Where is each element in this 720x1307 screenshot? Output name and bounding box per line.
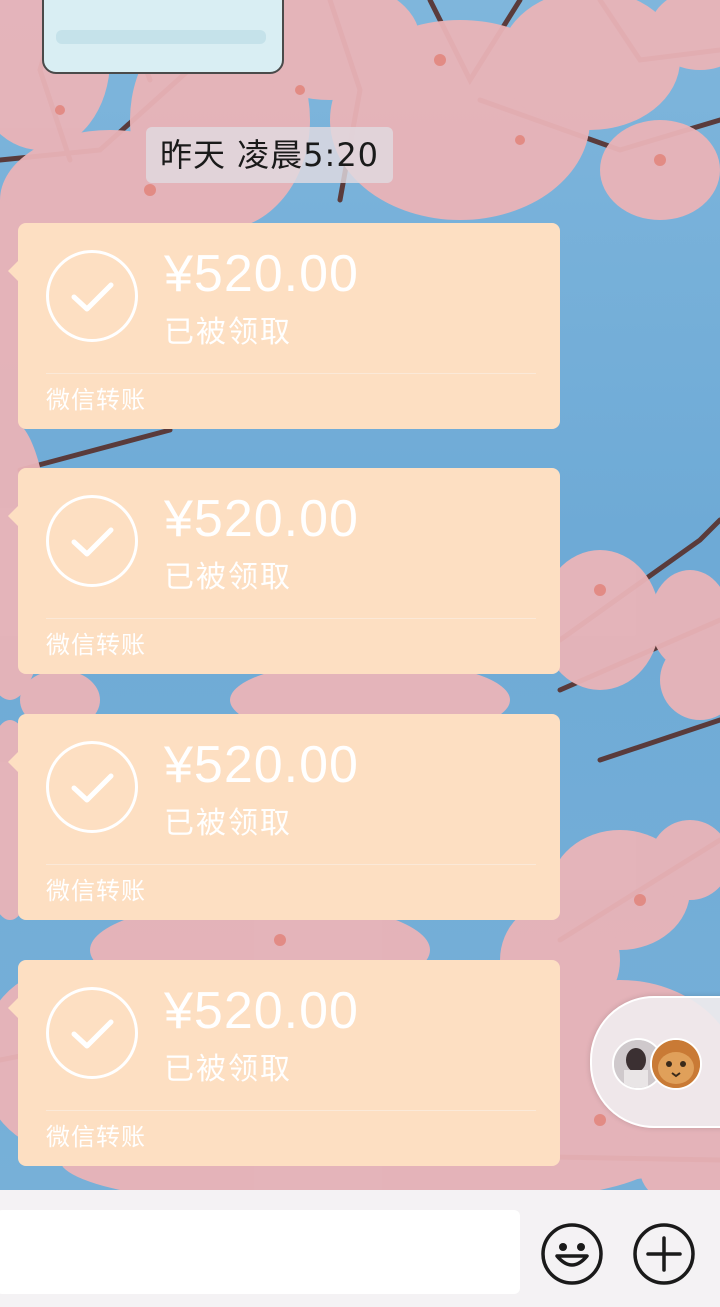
card-divider xyxy=(46,373,536,374)
transfer-amount: ¥520.00 xyxy=(164,490,359,548)
transfer-status: 已被领取 xyxy=(164,806,292,841)
transfer-card[interactable]: ¥520.00 已被领取 微信转账 xyxy=(8,960,560,1166)
plus-circle-icon[interactable] xyxy=(632,1222,696,1286)
transfer-label: 微信转账 xyxy=(46,877,146,905)
transfer-amount: ¥520.00 xyxy=(164,245,359,303)
transfer-card[interactable]: ¥520.00 已被领取 微信转账 xyxy=(8,223,560,429)
check-circle-icon xyxy=(46,495,138,587)
cat-avatar xyxy=(650,1038,702,1090)
card-divider xyxy=(46,1110,536,1111)
transfer-label: 微信转账 xyxy=(46,631,146,659)
transfer-label: 微信转账 xyxy=(46,386,146,414)
check-circle-icon xyxy=(46,250,138,342)
smiley-icon[interactable] xyxy=(540,1222,604,1286)
message-input[interactable] xyxy=(0,1210,520,1294)
transfer-card[interactable]: ¥520.00 已被领取 微信转账 xyxy=(8,714,560,920)
chat-input-bar xyxy=(0,1190,720,1307)
transfer-status: 已被领取 xyxy=(164,315,292,350)
card-divider xyxy=(46,618,536,619)
transfer-card[interactable]: ¥520.00 已被领取 微信转账 xyxy=(8,468,560,674)
message-timestamp: 昨天 凌晨5:20 xyxy=(146,127,394,183)
bubble-highlight xyxy=(56,30,266,44)
transfer-amount: ¥520.00 xyxy=(164,982,359,1040)
transfer-status: 已被领取 xyxy=(164,1052,292,1087)
check-circle-icon xyxy=(46,741,138,833)
transfer-amount: ¥520.00 xyxy=(164,736,359,794)
previous-message-bubble[interactable] xyxy=(42,0,284,74)
transfer-label: 微信转账 xyxy=(46,1123,146,1151)
floating-chat-avatars[interactable] xyxy=(590,996,720,1128)
card-divider xyxy=(46,864,536,865)
check-circle-icon xyxy=(46,987,138,1079)
transfer-status: 已被领取 xyxy=(164,560,292,595)
